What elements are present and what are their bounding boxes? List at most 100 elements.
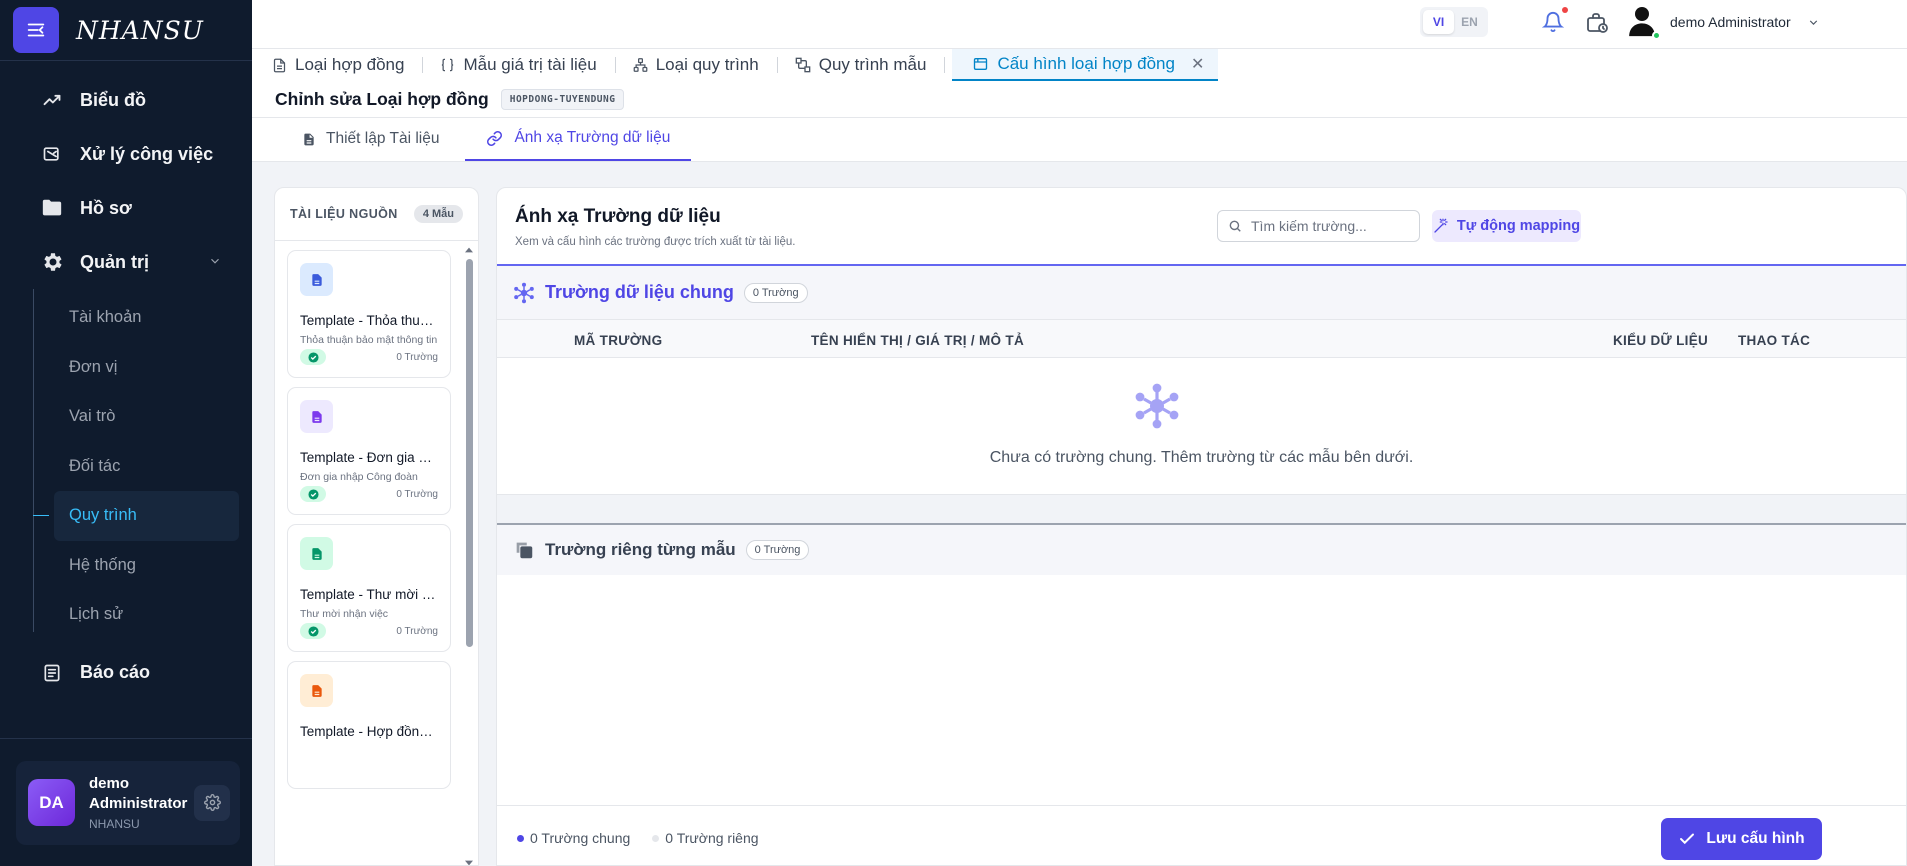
template-count-badge: 4 Mẫu — [413, 205, 463, 223]
lang-vi-button[interactable]: VI — [1423, 10, 1454, 34]
sidebar-sub-lich-su[interactable]: Lịch sử — [33, 590, 239, 640]
user-name: demo Administrator — [1670, 14, 1791, 30]
sidebar-user-card: DA demo Administrator NHANSU — [16, 760, 240, 845]
tab-mau-gia-tri-tai-lieu[interactable]: Mẫu giá trị tài liệu — [440, 49, 616, 81]
main-area: VI EN demo Administrator Loại hợp đồng M… — [252, 0, 1907, 866]
flow-icon — [633, 57, 648, 73]
user-menu[interactable]: demo Administrator — [1628, 2, 1820, 42]
sidebar-item-ho-so[interactable]: Hồ sơ — [0, 181, 252, 235]
language-switch: VI EN — [1420, 7, 1488, 37]
chevron-down-icon — [211, 258, 219, 264]
page-title: Chỉnh sửa Loại hợp đồng — [275, 88, 489, 109]
common-fields-section-header[interactable]: Trường dữ liệu chung 0 Trường — [497, 264, 1906, 319]
hub-icon — [1135, 383, 1179, 429]
private-legend-dot — [652, 834, 660, 842]
report-icon — [40, 661, 64, 685]
gear-icon — [40, 250, 64, 274]
sidebar-user-org: NHANSU — [89, 817, 140, 831]
common-fields-count: 0 Trường — [743, 282, 808, 303]
scroll-up-icon — [465, 247, 473, 253]
braces-icon — [440, 57, 455, 73]
mapping-title: Ánh xạ Trường dữ liệu — [515, 206, 721, 227]
private-fields-section-header[interactable]: Trường riêng từng mẫu 0 Trường — [497, 523, 1906, 575]
menu-collapse-icon — [27, 23, 45, 37]
tab-loai-hop-dong[interactable]: Loại hợp đồng — [272, 49, 424, 81]
template-card[interactable]: Template - Thư mời nh... Thư mời nhận vi… — [287, 524, 451, 652]
lang-en-button[interactable]: EN — [1454, 10, 1485, 34]
work-schedule-button[interactable] — [1585, 11, 1609, 35]
common-legend-dot — [517, 834, 524, 842]
sidebar-sub-doi-tac[interactable]: Đối tác — [33, 442, 239, 492]
search-icon — [1229, 220, 1241, 232]
briefcase-clock-icon — [1587, 13, 1608, 33]
template-list: Template - Thỏa thuận ... Thỏa thuận bảo… — [287, 250, 451, 798]
check-circle-icon — [300, 486, 326, 502]
notification-dot — [1562, 7, 1568, 13]
source-panel-header: TÀI LIỆU NGUỒN 4 Mẫu — [275, 188, 478, 241]
sidebar-item-xu-ly-cong-viec[interactable]: Xử lý công việc — [0, 127, 252, 181]
column-header-kieu-du-lieu: KIỂU DỮ LIỆU — [1613, 333, 1709, 348]
auto-mapping-button[interactable]: Tự động mapping — [1432, 210, 1581, 242]
field-mapping-panel: Ánh xạ Trường dữ liệu Xem và cấu hình cá… — [496, 187, 1907, 866]
sidebar-item-quan-tri[interactable]: Quản trị — [0, 235, 252, 289]
template-desc: Thỏa thuận bảo mật thông tin — [300, 334, 438, 346]
sidebar-user-info: demo Administrator NHANSU — [89, 774, 194, 831]
settings-button[interactable] — [194, 784, 230, 821]
tab-label: Loại hợp đồng — [295, 55, 405, 74]
subtab-thiet-lap-tai-lieu[interactable]: Thiết lập Tài liệu — [302, 117, 459, 161]
mapping-footer: 0 Trường chung 0 Trường riêng Lưu cấu hì… — [497, 805, 1906, 865]
top-bar: VI EN demo Administrator — [252, 0, 1907, 49]
page-header: Chỉnh sửa Loại hợp đồng HOPDONG-TUYENDUN… — [252, 81, 1907, 118]
file-text-icon — [300, 674, 333, 707]
sidebar: NHANSU Biểu đồ Xử lý công việc Hồ sơ Quả… — [0, 0, 252, 866]
legend-private: 0 Trường riêng — [665, 830, 759, 846]
brand-logo[interactable]: NHANSU — [76, 16, 204, 45]
sidebar-item-bao-cao[interactable]: Báo cáo — [0, 646, 252, 700]
sidebar-sub-don-vi[interactable]: Đơn vị — [33, 343, 239, 393]
source-panel-title: TÀI LIỆU NGUỒN — [290, 207, 398, 221]
sidebar-sub-vai-tro[interactable]: Vai trò — [33, 392, 239, 442]
scrollbar-thumb[interactable] — [466, 259, 473, 647]
link-icon — [485, 130, 504, 147]
collapse-menu-button[interactable] — [13, 7, 59, 53]
private-fields-title: Trường riêng từng mẫu — [545, 540, 736, 559]
template-desc: Đơn gia nhập Công đoàn — [300, 471, 418, 483]
sidebar-footer: DA demo Administrator NHANSU — [0, 738, 252, 866]
column-header-thao-tac: THAO TÁC — [1738, 333, 1811, 348]
template-list-scrollbar[interactable] — [465, 246, 473, 865]
tab-label: Loại quy trình — [655, 55, 759, 74]
subtab-label: Thiết lập Tài liệu — [326, 130, 440, 147]
avatar — [1628, 4, 1661, 40]
template-card[interactable]: Template - Đơn gia nhậ... Đơn gia nhập C… — [287, 387, 451, 515]
tab-label: Quy trình mẫu — [818, 55, 927, 74]
subtab-anh-xa-truong-du-lieu[interactable]: Ánh xạ Trường dữ liệu — [465, 117, 692, 161]
sidebar-sub-tai-khoan[interactable]: Tài khoản — [33, 293, 239, 343]
bell-icon — [1541, 12, 1565, 33]
sidebar-sub-quy-trinh[interactable]: Quy trình — [33, 491, 239, 541]
tab-quy-trinh-mau[interactable]: Quy trình mẫu — [795, 49, 946, 81]
template-card[interactable]: Template - Thỏa thuận ... Thỏa thuận bảo… — [287, 250, 451, 378]
search-input[interactable] — [1251, 218, 1411, 234]
sidebar-sub-he-thong[interactable]: Hệ thống — [33, 541, 239, 591]
auto-mapping-label: Tự động mapping — [1456, 218, 1581, 234]
section-gap — [497, 495, 1906, 523]
save-config-button[interactable]: Lưu cấu hình — [1661, 818, 1822, 860]
template-card[interactable]: Template - Hợp đồng ... — [287, 661, 451, 789]
close-tab-button[interactable]: ✕ — [1191, 54, 1204, 74]
notifications-button[interactable] — [1541, 7, 1568, 35]
template-field-count: 0 Trường — [396, 626, 438, 637]
magic-wand-icon — [1433, 218, 1449, 234]
private-fields-count: 0 Trường — [745, 540, 810, 560]
tab-loai-quy-trinh[interactable]: Loại quy trình — [633, 49, 778, 81]
content-area: TÀI LIỆU NGUỒN 4 Mẫu Template - Thỏa thu… — [252, 177, 1907, 866]
sidebar-item-label: Xử lý công việc — [80, 143, 214, 164]
sidebar-item-label: Báo cáo — [80, 662, 151, 682]
tab-label: Cấu hình loại hợp đồng — [997, 54, 1175, 73]
fields-table-header: MÃ TRƯỜNG TÊN HIỂN THỊ / GIÁ TRỊ / MÔ TẢ… — [497, 319, 1906, 358]
tab-cau-hinh-loai-hop-dong[interactable]: Cấu hình loại hợp đồng ✕ — [952, 49, 1219, 81]
avatar[interactable]: DA — [28, 779, 75, 826]
check-circle-icon — [300, 349, 326, 365]
sidebar-item-bieu-do[interactable]: Biểu đồ — [0, 73, 252, 127]
check-icon — [1678, 830, 1696, 848]
template-name: Template - Đơn gia nhậ... — [300, 450, 439, 465]
